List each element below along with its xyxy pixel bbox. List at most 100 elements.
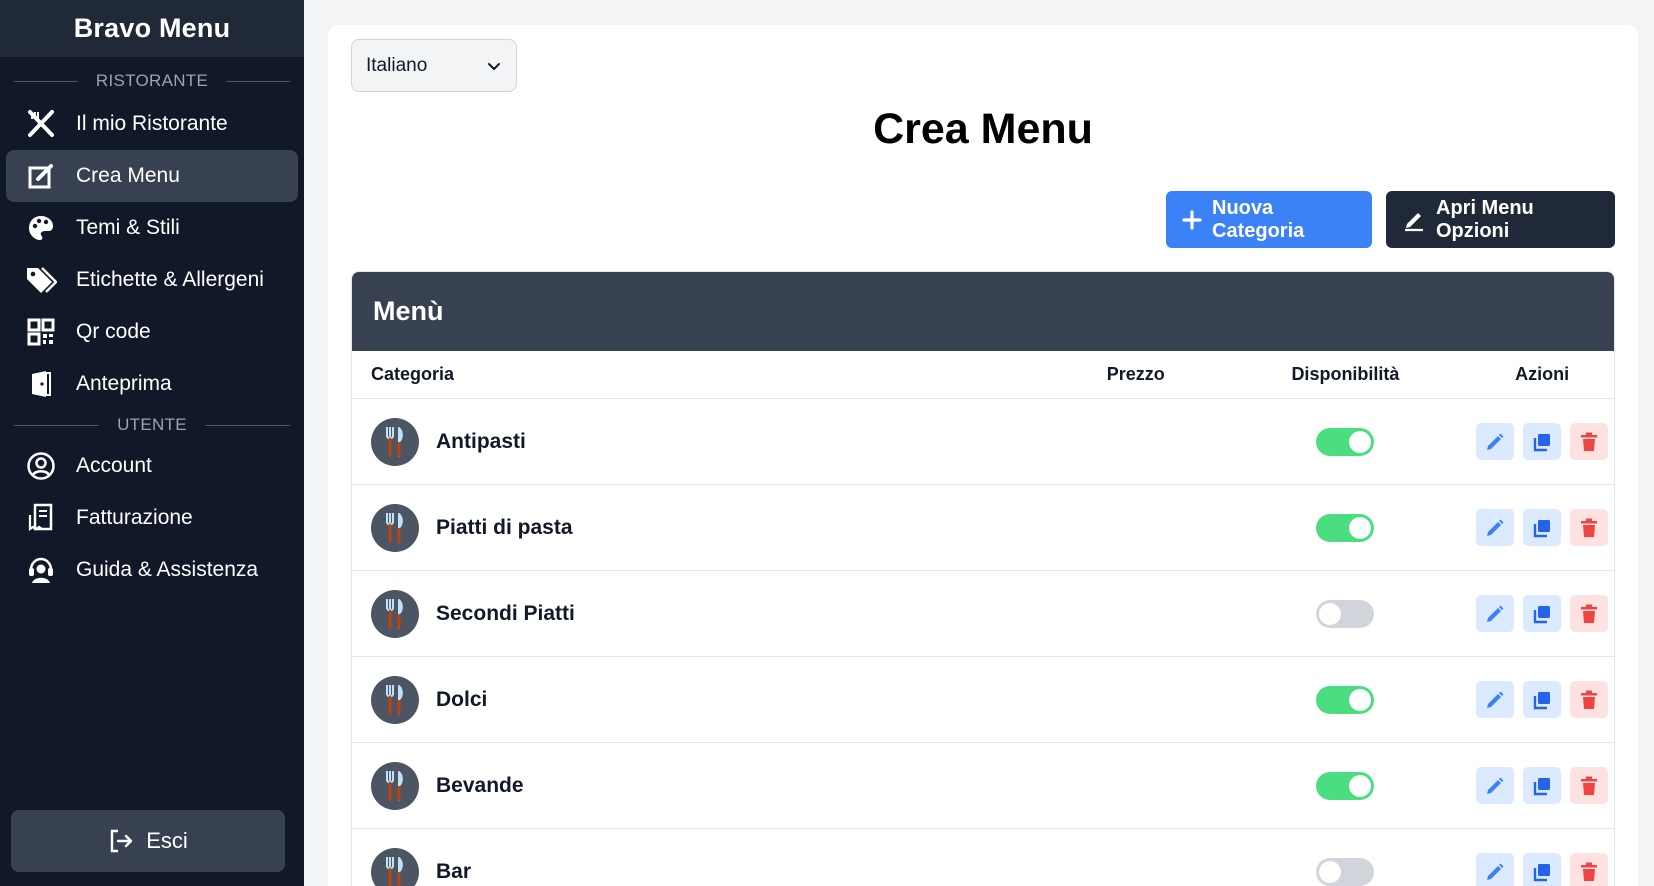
trash-icon: [1580, 776, 1598, 796]
page-title: Crea Menu: [873, 105, 1093, 153]
sidebar-item-my-restaurant[interactable]: Il mio Ristorante: [6, 98, 298, 150]
pencil-icon: [1485, 690, 1505, 710]
sidebar-item-label: Anteprima: [76, 372, 172, 395]
availability-toggle[interactable]: [1316, 857, 1375, 886]
duplicate-button[interactable]: [1523, 767, 1562, 804]
preview-door-icon: [24, 367, 58, 401]
availability-toggle[interactable]: [1316, 427, 1375, 456]
copy-icon: [1532, 776, 1552, 796]
sidebar-item-label: Temi & Stili: [76, 216, 180, 239]
table-body: Antipasti Piatti di pasta Secondi Piatti…: [352, 399, 1614, 886]
table-row[interactable]: Bar: [352, 829, 1614, 886]
edit-button[interactable]: [1476, 767, 1515, 804]
duplicate-button[interactable]: [1523, 853, 1562, 886]
language-select[interactable]: Italiano: [351, 39, 517, 92]
duplicate-button[interactable]: [1523, 595, 1562, 632]
category-avatar-icon: [371, 847, 419, 886]
logout-button[interactable]: Esci: [11, 810, 285, 872]
table-row[interactable]: Secondi Piatti: [352, 571, 1614, 657]
language-value: Italiano: [366, 54, 428, 76]
category-name: Dolci: [436, 687, 488, 711]
duplicate-button[interactable]: [1523, 681, 1562, 718]
category-avatar-icon: [371, 675, 419, 724]
category-avatar-icon: [371, 503, 419, 552]
table-row[interactable]: Piatti di pasta: [352, 485, 1614, 571]
copy-icon: [1532, 518, 1552, 538]
trash-icon: [1580, 604, 1598, 624]
toggle-knob: [1349, 774, 1372, 797]
category-name: Piatti di pasta: [436, 515, 573, 539]
delete-button[interactable]: [1570, 509, 1609, 546]
sidebar-item-label: Account: [76, 454, 152, 477]
availability-toggle[interactable]: [1316, 599, 1375, 628]
sidebar-item-create-menu[interactable]: Crea Menu: [6, 150, 298, 202]
section-divider-restaurant: RISTORANTE: [0, 64, 304, 98]
plus-icon: [1182, 209, 1202, 230]
utensils-cross-icon: [24, 107, 58, 141]
availability-toggle[interactable]: [1316, 771, 1375, 800]
edit-button[interactable]: [1476, 509, 1515, 546]
availability-toggle[interactable]: [1316, 685, 1375, 714]
sidebar-item-qr-code[interactable]: Qr code: [6, 306, 298, 358]
sidebar-item-labels-allergens[interactable]: Etichette & Allergeni: [6, 254, 298, 306]
pencil-icon: [1485, 776, 1505, 796]
column-header-availability: Disponibilità: [1291, 364, 1400, 384]
table-header-row: Categoria Prezzo Disponibilità Azioni: [352, 351, 1614, 399]
delete-button[interactable]: [1570, 681, 1609, 718]
edit-button[interactable]: [1476, 595, 1515, 632]
trash-icon: [1580, 862, 1598, 882]
delete-button[interactable]: [1570, 595, 1609, 632]
open-menu-options-label: Apri Menu Opzioni: [1436, 196, 1534, 242]
delete-button[interactable]: [1570, 423, 1609, 460]
edit-button[interactable]: [1476, 681, 1515, 718]
category-name: Bar: [436, 859, 472, 883]
logout-icon: [108, 828, 134, 854]
column-header-category: Categoria: [371, 364, 455, 384]
open-menu-options-button[interactable]: Apri Menu Opzioni: [1386, 191, 1615, 248]
sidebar-item-help-support[interactable]: Guida & Assistenza: [6, 544, 298, 596]
tags-icon: [24, 263, 58, 297]
brand-logo: Bravo Menu: [0, 0, 304, 57]
edit-button[interactable]: [1476, 853, 1515, 886]
availability-toggle[interactable]: [1316, 513, 1375, 542]
sidebar-item-preview[interactable]: Anteprima: [6, 358, 298, 410]
pencil-icon: [1485, 862, 1505, 882]
copy-icon: [1532, 862, 1552, 882]
column-header-actions: Azioni: [1515, 364, 1570, 384]
column-header-price: Prezzo: [1106, 364, 1165, 384]
qr-code-icon: [24, 315, 58, 349]
delete-button[interactable]: [1570, 767, 1609, 804]
duplicate-button[interactable]: [1523, 423, 1562, 460]
copy-icon: [1532, 604, 1552, 624]
edit-button[interactable]: [1476, 423, 1515, 460]
new-category-button[interactable]: Nuova Categoria: [1166, 191, 1372, 248]
pencil-icon: [1485, 518, 1505, 538]
new-category-label: Nuova Categoria: [1212, 196, 1305, 242]
sidebar-item-label: Il mio Ristorante: [76, 112, 228, 135]
table-row[interactable]: Antipasti: [352, 399, 1614, 485]
duplicate-button[interactable]: [1523, 509, 1562, 546]
table-row[interactable]: Dolci: [352, 657, 1614, 743]
sidebar-item-billing[interactable]: Fatturazione: [6, 492, 298, 544]
toggle-knob: [1319, 602, 1342, 625]
pencil-icon: [1402, 208, 1426, 232]
sidebar-item-account[interactable]: Account: [6, 440, 298, 492]
palette-icon: [24, 211, 58, 245]
chevron-down-icon: [486, 58, 502, 74]
sidebar-item-label: Guida & Assistenza: [76, 558, 259, 581]
main-content: Italiano Crea Menu Nuova Categoria Apri …: [328, 25, 1638, 886]
copy-icon: [1532, 432, 1552, 452]
delete-button[interactable]: [1570, 853, 1609, 886]
sidebar-item-themes[interactable]: Temi & Stili: [6, 202, 298, 254]
sidebar-item-label: Etichette & Allergeni: [76, 268, 264, 291]
trash-icon: [1580, 518, 1598, 538]
table-row[interactable]: Bevande: [352, 743, 1614, 829]
copy-icon: [1532, 690, 1552, 710]
pencil-icon: [1485, 604, 1505, 624]
logout-label: Esci: [146, 828, 188, 853]
sidebar-item-label: Fatturazione: [76, 506, 193, 529]
category-name: Secondi Piatti: [436, 601, 575, 625]
category-avatar-icon: [371, 417, 419, 466]
sidebar: Bravo Menu RISTORANTE Il mio Ristorante …: [0, 0, 304, 886]
toggle-knob: [1349, 430, 1372, 453]
